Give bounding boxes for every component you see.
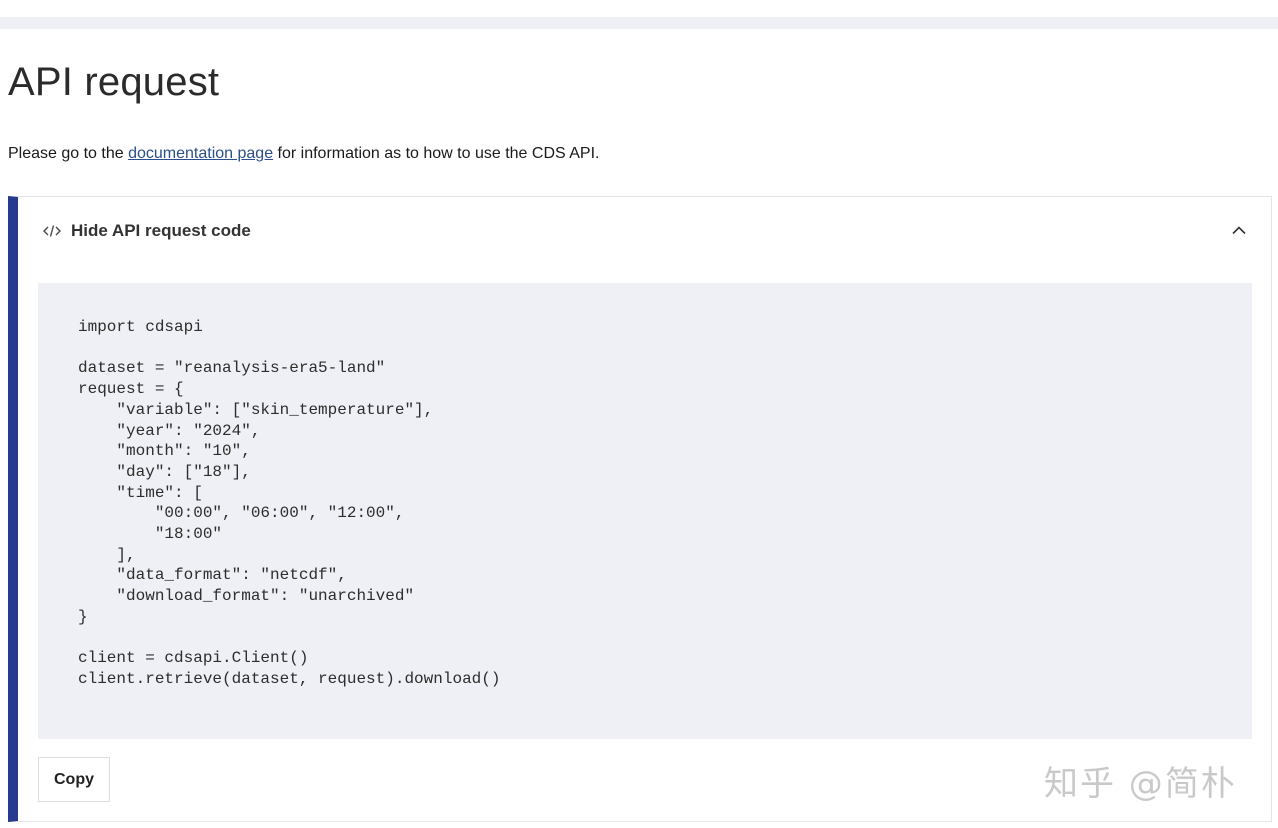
top-strip — [0, 17, 1278, 29]
code-brackets-icon — [43, 225, 61, 237]
chevron-up-icon[interactable] — [1231, 224, 1247, 236]
api-request-panel: Hide API request code import cdsapi data… — [8, 196, 1272, 822]
intro-text-before: Please go to the — [8, 145, 129, 162]
documentation-link[interactable]: documentation page — [128, 145, 273, 162]
api-code-toggle[interactable]: Hide API request code — [18, 197, 1271, 265]
toggle-label: Hide API request code — [71, 221, 251, 240]
intro-text: Please go to the documentation page for … — [8, 143, 599, 165]
code-block: import cdsapi dataset = "reanalysis-era5… — [38, 283, 1252, 739]
page-title: API request — [8, 60, 220, 104]
copy-button[interactable]: Copy — [38, 757, 110, 802]
intro-text-after: for information as to how to use the CDS… — [273, 145, 600, 162]
code-text: import cdsapi dataset = "reanalysis-era5… — [78, 318, 501, 688]
